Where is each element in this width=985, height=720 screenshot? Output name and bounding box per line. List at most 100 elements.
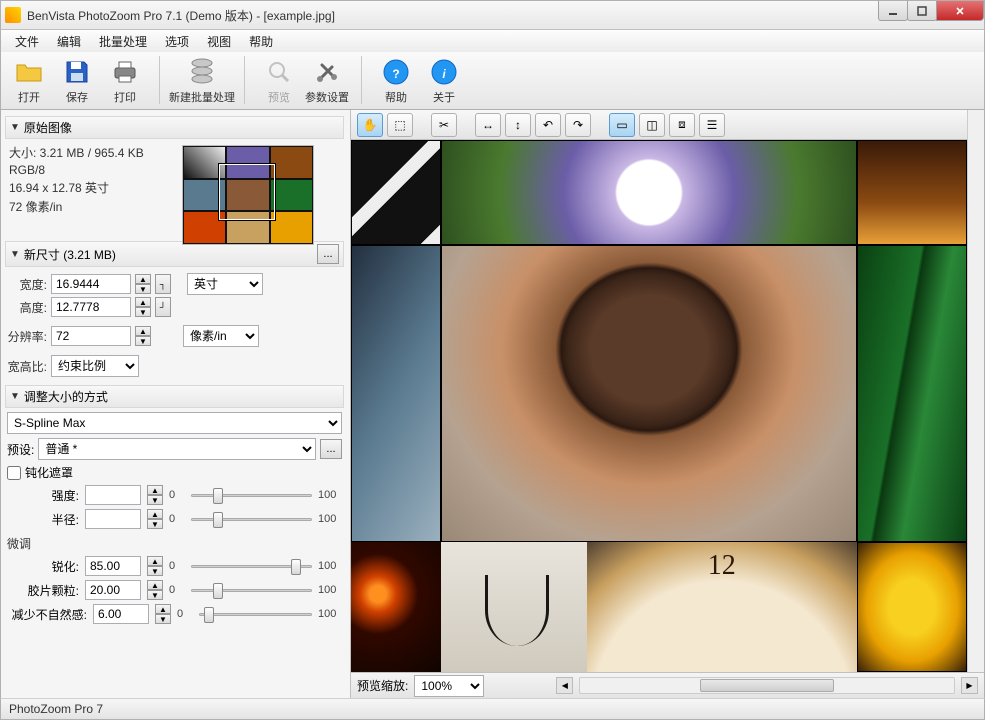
- res-up-button[interactable]: ▲: [135, 326, 151, 336]
- close-button[interactable]: [936, 1, 984, 21]
- view-stack-icon: ☰: [707, 118, 718, 132]
- view-single-button[interactable]: ▭: [609, 113, 635, 137]
- height-lock-button[interactable]: ┘: [155, 297, 171, 317]
- view-split-h-button[interactable]: ◫: [639, 113, 665, 137]
- collapse-icon: ▼: [10, 391, 20, 402]
- width-lock-button[interactable]: ┐: [155, 274, 171, 294]
- rotate-ccw-icon: ↶: [543, 118, 553, 132]
- flip-v-button[interactable]: ↕: [505, 113, 531, 137]
- toolbar-separator: [361, 56, 362, 104]
- hscroll-left-button[interactable]: ◀: [556, 677, 573, 694]
- aspect-label: 宽高比:: [7, 358, 47, 375]
- print-icon: [109, 56, 141, 88]
- grain-label: 胶片颗粒:: [7, 582, 79, 599]
- marquee-icon: ⬚: [394, 118, 405, 132]
- resize-method-select[interactable]: S-Spline Max: [7, 412, 342, 434]
- menu-view[interactable]: 视图: [199, 31, 239, 52]
- grain-slider[interactable]: [191, 580, 312, 600]
- grain-input[interactable]: [85, 580, 141, 600]
- flip-v-icon: ↕: [515, 118, 521, 132]
- menu-options[interactable]: 选项: [157, 31, 197, 52]
- artifact-slider[interactable]: [199, 604, 312, 624]
- new-batch-button[interactable]: 新建批量处理: [172, 56, 232, 105]
- hand-tool-button[interactable]: ✋: [357, 113, 383, 137]
- sharpen-down-button[interactable]: ▼: [147, 566, 163, 576]
- unsharp-mask-checkbox[interactable]: [7, 466, 21, 480]
- view-single-icon: ▭: [616, 118, 627, 132]
- crop-tool-button[interactable]: ✂: [431, 113, 457, 137]
- res-down-button[interactable]: ▼: [135, 336, 151, 346]
- preset-select[interactable]: 普通 *: [38, 438, 316, 460]
- strength-slider: [191, 485, 312, 505]
- grain-up-button[interactable]: ▲: [147, 580, 163, 590]
- view-split-h-icon: ◫: [646, 118, 657, 132]
- save-icon: [61, 56, 93, 88]
- menu-file[interactable]: 文件: [7, 31, 47, 52]
- width-input[interactable]: [51, 274, 131, 294]
- sharpen-up-button[interactable]: ▲: [147, 556, 163, 566]
- main-toolbar: 打开 保存 打印 新建批量处理 预览 参数设置 ? 帮助 i: [0, 52, 985, 110]
- titlebar: BenVista PhotoZoom Pro 7.1 (Demo 版本) - […: [0, 0, 985, 30]
- save-button[interactable]: 保存: [55, 56, 99, 105]
- menu-help[interactable]: 帮助: [241, 31, 281, 52]
- width-up-button[interactable]: ▲: [135, 274, 151, 284]
- view-stack-button[interactable]: ☰: [699, 113, 725, 137]
- height-input[interactable]: [51, 297, 131, 317]
- thumbnail-navigator[interactable]: [182, 145, 314, 245]
- about-button[interactable]: i 关于: [422, 56, 466, 105]
- aspect-select[interactable]: 约束比例: [51, 355, 139, 377]
- radius-slider: [191, 509, 312, 529]
- artifact-input[interactable]: [93, 604, 149, 624]
- status-text: PhotoZoom Pro 7: [9, 702, 103, 716]
- resolution-unit-select[interactable]: 像素/in: [183, 325, 259, 347]
- marquee-tool-button[interactable]: ⬚: [387, 113, 413, 137]
- preview-zoom-label: 预览缩放:: [357, 677, 408, 694]
- artifact-label: 减少不自然感:: [7, 606, 87, 623]
- strength-input: [85, 485, 141, 505]
- height-up-button[interactable]: ▲: [135, 297, 151, 307]
- vertical-scrollbar[interactable]: [967, 110, 984, 672]
- rotate-ccw-button[interactable]: ↶: [535, 113, 561, 137]
- thumbnail-viewport[interactable]: [219, 164, 275, 220]
- help-button[interactable]: ? 帮助: [374, 56, 418, 105]
- newsize-more-button[interactable]: ...: [317, 244, 339, 264]
- preview-canvas[interactable]: [351, 140, 967, 672]
- minimize-button[interactable]: [878, 1, 908, 21]
- hscroll-right-button[interactable]: ▶: [961, 677, 978, 694]
- hand-icon: ✋: [363, 118, 378, 132]
- resize-header[interactable]: ▼ 调整大小的方式: [5, 385, 344, 408]
- toolbar-separator: [159, 56, 160, 104]
- radius-up-button: ▲: [147, 509, 163, 519]
- strength-up-button: ▲: [147, 485, 163, 495]
- preset-label: 预设:: [7, 441, 34, 458]
- radius-label: 半径:: [7, 511, 79, 528]
- radius-input: [85, 509, 141, 529]
- preview-toolbar: ✋ ⬚ ✂ ↔ ↕ ↶ ↷ ▭ ◫ ⧈ ☰: [351, 110, 967, 140]
- original-header[interactable]: ▼ 原始图像: [5, 116, 344, 139]
- height-down-button[interactable]: ▼: [135, 307, 151, 317]
- print-button[interactable]: 打印: [103, 56, 147, 105]
- statusbar: PhotoZoom Pro 7: [0, 698, 985, 720]
- maximize-button[interactable]: [907, 1, 937, 21]
- horizontal-scrollbar[interactable]: [579, 677, 955, 694]
- params-button[interactable]: 参数设置: [305, 56, 349, 105]
- preset-more-button[interactable]: ...: [320, 439, 342, 459]
- resolution-input[interactable]: [51, 326, 131, 346]
- flip-h-button[interactable]: ↔: [475, 113, 501, 137]
- preview-zoom-select[interactable]: 100%: [414, 675, 484, 697]
- open-button[interactable]: 打开: [7, 56, 51, 105]
- preview-button[interactable]: 预览: [257, 56, 301, 105]
- menu-batch[interactable]: 批量处理: [91, 31, 155, 52]
- help-icon: ?: [380, 56, 412, 88]
- artifact-up-button[interactable]: ▲: [155, 604, 171, 614]
- view-split-v-button[interactable]: ⧈: [669, 113, 695, 137]
- artifact-down-button[interactable]: ▼: [155, 614, 171, 624]
- sharpen-slider[interactable]: [191, 556, 312, 576]
- tools-icon: [311, 56, 343, 88]
- grain-down-button[interactable]: ▼: [147, 590, 163, 600]
- width-down-button[interactable]: ▼: [135, 284, 151, 294]
- menu-edit[interactable]: 编辑: [49, 31, 89, 52]
- sharpen-input[interactable]: [85, 556, 141, 576]
- rotate-cw-button[interactable]: ↷: [565, 113, 591, 137]
- size-unit-select[interactable]: 英寸: [187, 273, 263, 295]
